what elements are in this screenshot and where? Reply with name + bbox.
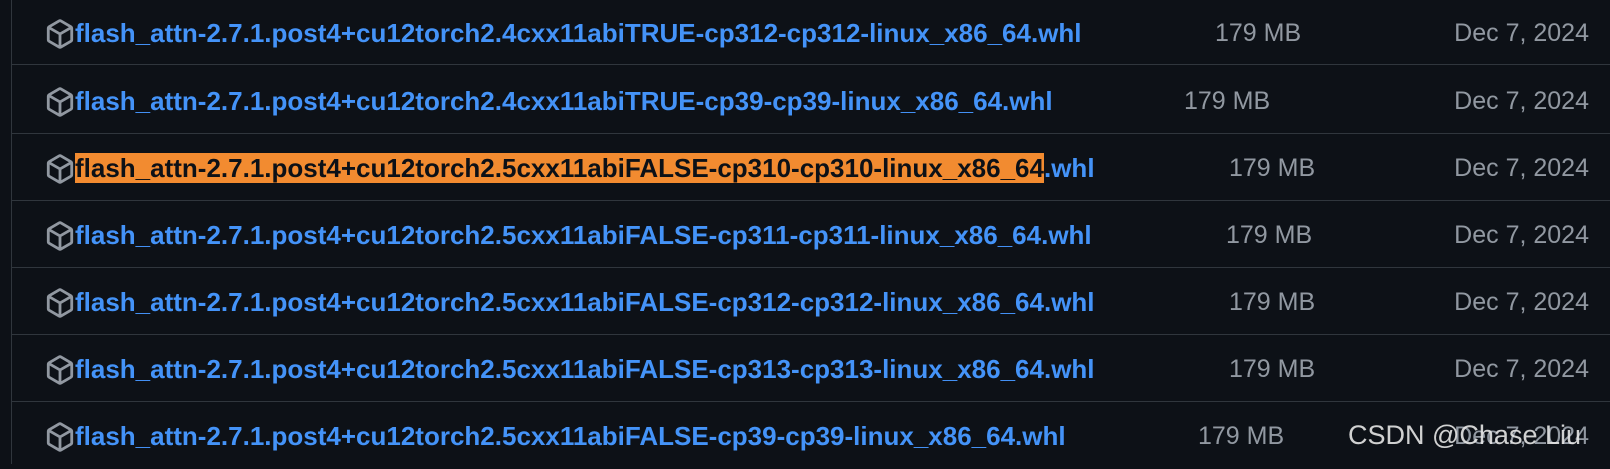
asset-size: 179 MB: [1229, 288, 1316, 316]
asset-size: 179 MB: [1184, 87, 1271, 115]
asset-size: 179 MB: [1198, 422, 1285, 450]
asset-date: Dec 7, 2024: [1454, 19, 1589, 47]
asset-row: flash_attn-2.7.1.post4+cu12torch2.5cxx11…: [12, 202, 1610, 268]
package-icon: [45, 288, 75, 318]
asset-link[interactable]: flash_attn-2.7.1.post4+cu12torch2.5cxx11…: [75, 353, 1095, 385]
asset-link[interactable]: flash_attn-2.7.1.post4+cu12torch2.4cxx11…: [75, 17, 1082, 49]
asset-link[interactable]: flash_attn-2.7.1.post4+cu12torch2.5cxx11…: [75, 420, 1066, 452]
asset-link[interactable]: flash_attn-2.7.1.post4+cu12torch2.4cxx11…: [75, 85, 1053, 117]
asset-size: 179 MB: [1226, 221, 1313, 249]
asset-link[interactable]: flash_attn-2.7.1.post4+cu12torch2.5cxx11…: [75, 286, 1095, 318]
asset-row: flash_attn-2.7.1.post4+cu12torch2.5cxx11…: [12, 336, 1610, 402]
asset-size: 179 MB: [1229, 154, 1316, 182]
asset-row: flash_attn-2.7.1.post4+cu12torch2.5cxx11…: [12, 135, 1610, 201]
asset-row: flash_attn-2.7.1.post4+cu12torch2.4cxx11…: [12, 68, 1610, 134]
package-icon: [45, 221, 75, 251]
asset-link[interactable]: flash_attn-2.7.1.post4+cu12torch2.5cxx11…: [75, 219, 1092, 251]
asset-link-suffix: .whl: [1043, 153, 1095, 183]
release-assets-list: flash_attn-2.7.1.post4+cu12torch2.4cxx11…: [11, 0, 1610, 464]
package-icon: [45, 19, 75, 49]
asset-row: flash_attn-2.7.1.post4+cu12torch2.5cxx11…: [12, 269, 1610, 335]
asset-link-highlighted[interactable]: flash_attn-2.7.1.post4+cu12torch2.5cxx11…: [75, 152, 1095, 184]
asset-size: 179 MB: [1229, 355, 1316, 383]
package-icon: [45, 422, 75, 452]
package-icon: [45, 355, 75, 385]
asset-date: Dec 7, 2024: [1454, 221, 1589, 249]
asset-date: Dec 7, 2024: [1454, 87, 1589, 115]
asset-date: Dec 7, 2024: [1454, 154, 1589, 182]
asset-row: flash_attn-2.7.1.post4+cu12torch2.4cxx11…: [12, 0, 1610, 65]
asset-size: 179 MB: [1215, 19, 1302, 47]
package-icon: [45, 154, 75, 184]
csdn-watermark: CSDN @Chase Liu: [1348, 420, 1581, 450]
asset-date: Dec 7, 2024: [1454, 355, 1589, 383]
asset-date: Dec 7, 2024: [1454, 288, 1589, 316]
search-highlight: flash_attn-2.7.1.post4+cu12torch2.5cxx11…: [75, 153, 1044, 183]
package-icon: [45, 87, 75, 117]
